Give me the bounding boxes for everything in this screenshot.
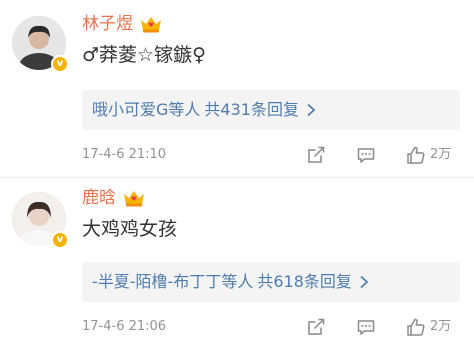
repost-button[interactable] (306, 317, 326, 337)
reply-count[interactable]: 共431条回复 (204, 100, 299, 120)
repost-icon (308, 146, 325, 163)
name-row: 鹿晗 (82, 186, 146, 210)
username-link[interactable]: 鹿晗 (82, 186, 116, 210)
like-count: 2万 (430, 147, 452, 162)
chevron-right-icon (307, 103, 316, 117)
comment-icon (357, 148, 375, 163)
username-link[interactable]: 林子煜 (82, 12, 133, 36)
chevron-right-icon (360, 275, 369, 289)
comment-button[interactable] (356, 145, 376, 165)
like-count: 2万 (430, 319, 452, 334)
comment-icon (357, 320, 375, 335)
reply-users-link[interactable]: -半夏-陌橹-布丁丁等人 (92, 272, 253, 292)
reply-users-link[interactable]: 哦小可爱G等人 (92, 100, 200, 120)
verified-v-icon: v (51, 231, 69, 249)
crown-member-icon (141, 17, 161, 33)
crown-member-icon (124, 191, 144, 207)
comment-text: ♂莽菱☆镓鏃♀ (82, 44, 206, 66)
timestamp: 17-4-6 21:06 (82, 319, 167, 334)
repost-button[interactable] (306, 145, 326, 165)
comment-text: 大鸡鸡女孩 (82, 218, 178, 240)
avatar[interactable]: v (12, 192, 69, 249)
comment-list: v 林子煜 ♂莽菱☆镓鏃♀ 哦小可爱G等人 共431条回复 17-4-6 21:… (0, 0, 474, 350)
thumbs-up-icon (407, 318, 425, 336)
timestamp: 17-4-6 21:10 (82, 147, 167, 162)
name-row: 林子煜 (82, 12, 163, 36)
comment-item: v 林子煜 ♂莽菱☆镓鏃♀ 哦小可爱G等人 共431条回复 17-4-6 21:… (0, 0, 474, 178)
repost-icon (308, 318, 325, 335)
like-button[interactable]: 2万 (406, 145, 462, 165)
like-button[interactable]: 2万 (406, 317, 462, 337)
reply-summary-button[interactable]: 哦小可爱G等人 共431条回复 (82, 90, 460, 130)
comment-footer: 17-4-6 21:10 2万 (82, 143, 462, 167)
reply-count[interactable]: 共618条回复 (257, 272, 352, 292)
thumbs-up-icon (407, 146, 425, 164)
reply-summary-button[interactable]: -半夏-陌橹-布丁丁等人 共618条回复 (82, 262, 460, 302)
comment-button[interactable] (356, 317, 376, 337)
comment-item: v 鹿晗 大鸡鸡女孩 -半夏-陌橹-布丁丁等人 共618条回复 17-4-6 2… (0, 178, 474, 350)
verified-v-icon: v (51, 55, 69, 73)
avatar[interactable]: v (12, 16, 69, 73)
comment-footer: 17-4-6 21:06 2万 (82, 315, 462, 339)
